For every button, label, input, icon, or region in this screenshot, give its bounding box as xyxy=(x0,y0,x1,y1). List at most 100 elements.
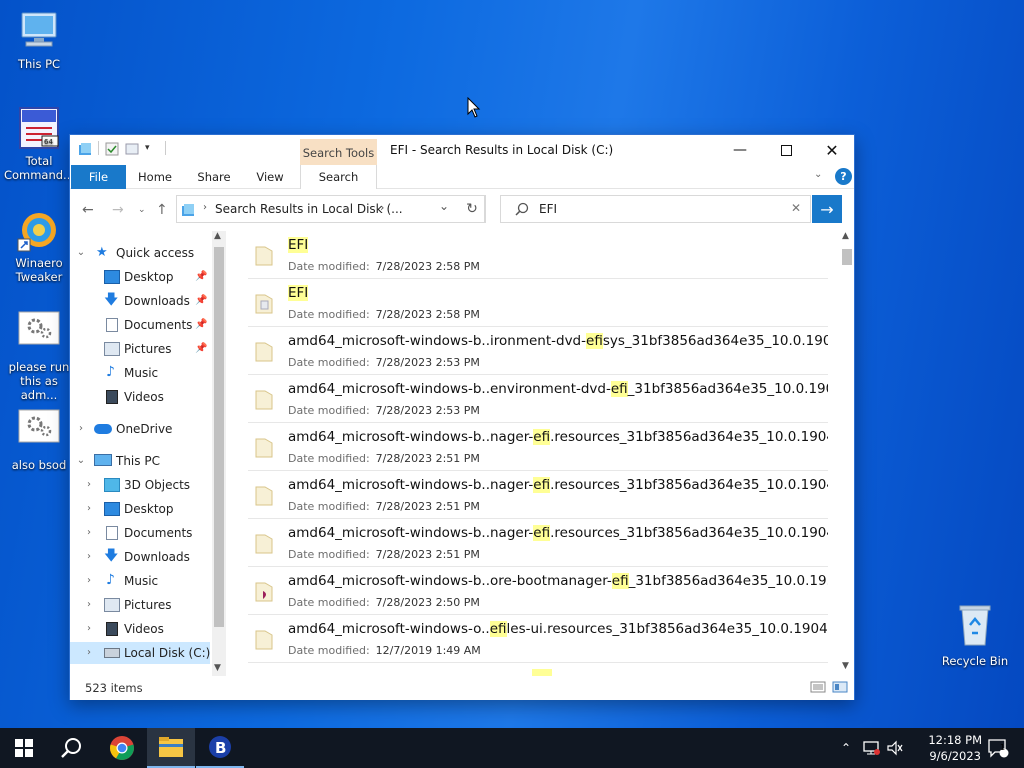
chevron-right-icon[interactable]: › xyxy=(84,618,94,640)
scrollbar-thumb[interactable] xyxy=(842,249,852,265)
search-input[interactable] xyxy=(539,200,769,218)
scroll-up-icon[interactable]: ▲ xyxy=(214,231,221,241)
nav-item-pc-documents[interactable]: › Documents xyxy=(70,522,210,544)
nav-item-pc-videos[interactable]: › Videos xyxy=(70,618,210,640)
pin-icon[interactable]: 📌 xyxy=(195,266,207,288)
file-name: amd64_microsoft-windows-b..ironment-dvd-… xyxy=(288,333,828,349)
breadcrumb[interactable]: Search Results in Local Disk (... xyxy=(215,196,403,222)
scroll-down-icon[interactable]: ▼ xyxy=(842,661,849,671)
search-box[interactable]: ✕ xyxy=(500,195,811,223)
nav-item-downloads[interactable]: 🡇 Downloads 📌 xyxy=(70,290,210,312)
title-bar[interactable]: ▾ Search Tools EFI - Search Results in L… xyxy=(70,135,854,165)
maximize-button[interactable] xyxy=(763,135,809,165)
action-center-button[interactable]: 1 xyxy=(978,728,1018,768)
chevron-right-icon[interactable]: › xyxy=(84,642,94,664)
tab-search[interactable]: Search xyxy=(300,165,377,189)
up-arrow-icon[interactable]: ↑ xyxy=(156,202,168,218)
chevron-right-icon[interactable]: › xyxy=(84,594,94,616)
address-dropdown-icon[interactable]: ⌄ xyxy=(439,199,449,213)
desktop-icon-this-pc[interactable]: This PC xyxy=(1,10,77,71)
nav-item-videos[interactable]: Videos xyxy=(70,386,210,408)
nav-item-local-disk[interactable]: › Local Disk (C:) xyxy=(70,642,210,664)
volume-muted-icon[interactable] xyxy=(884,728,906,768)
nav-item-pc-music[interactable]: › ♪ Music xyxy=(70,570,210,592)
tab-home[interactable]: Home xyxy=(134,165,176,189)
expand-ribbon-icon[interactable]: ⌄ xyxy=(814,169,822,180)
tab-view[interactable]: View xyxy=(250,165,290,189)
forward-arrow-icon[interactable]: → xyxy=(112,202,124,218)
nav-item-pictures[interactable]: Pictures 📌 xyxy=(70,338,210,360)
folder-icon xyxy=(253,243,275,267)
desktop-icon-please-run[interactable]: please run this as adm... xyxy=(1,310,77,402)
list-item[interactable]: EFI Date modified: 7/28/2023 2:58 PM xyxy=(248,231,828,279)
list-item[interactable]: amd64_microsoft-windows-o..efiles-ui.res… xyxy=(248,615,828,663)
network-icon[interactable] xyxy=(860,728,882,768)
nav-item-desktop[interactable]: Desktop 📌 xyxy=(70,266,210,288)
chevron-right-icon[interactable]: › xyxy=(84,522,94,544)
desktop-icon-also-bsod[interactable]: also bsod xyxy=(1,408,77,472)
scroll-up-icon[interactable]: ▲ xyxy=(842,231,849,241)
taskbar-file-explorer[interactable] xyxy=(147,728,195,768)
scrollbar-thumb[interactable] xyxy=(214,247,224,627)
list-item[interactable]: amd64_microsoft-windows-b..nager-efi.res… xyxy=(248,519,828,567)
address-bar[interactable]: › Search Results in Local Disk (... › ⌄ xyxy=(176,195,485,223)
taskbar-app[interactable]: B xyxy=(196,728,244,768)
scroll-down-icon[interactable]: ▼ xyxy=(214,663,221,673)
nav-item-pc-desktop[interactable]: › Desktop xyxy=(70,498,210,520)
refresh-button[interactable]: ↻ xyxy=(459,195,486,223)
results-scrollbar[interactable]: ▲ ▼ xyxy=(840,231,854,676)
list-item[interactable]: EFI Date modified: 7/28/2023 2:58 PM xyxy=(248,279,828,327)
start-button[interactable] xyxy=(0,728,48,768)
navigation-scrollbar[interactable]: ▲ ▼ xyxy=(212,231,226,676)
clear-search-icon[interactable]: ✕ xyxy=(791,201,801,215)
tiles-view-icon[interactable] xyxy=(832,681,848,696)
chevron-right-icon[interactable]: › xyxy=(76,418,86,440)
list-item[interactable]: amd64_microsoft-windows-b..nager-efi.res… xyxy=(248,471,828,519)
nav-item-this-pc[interactable]: ⌄ This PC xyxy=(70,450,210,472)
nav-item-documents[interactable]: Documents 📌 xyxy=(70,314,210,336)
taskbar-chrome[interactable] xyxy=(98,728,146,768)
minimize-button[interactable]: — xyxy=(717,135,763,165)
chevron-right-icon[interactable]: › xyxy=(84,474,94,496)
chevron-right-icon[interactable]: › xyxy=(84,498,94,520)
list-item[interactable]: amd64_microsoft-windows-b..ore-bootmanag… xyxy=(248,567,828,615)
pin-icon[interactable]: 📌 xyxy=(195,338,207,360)
system-clock[interactable]: 12:18 PM 9/6/2023 xyxy=(928,732,982,764)
details-view-icon[interactable] xyxy=(810,681,826,696)
search-go-button[interactable]: → xyxy=(812,195,842,223)
chevron-right-icon[interactable]: › xyxy=(84,570,94,592)
list-item[interactable]: amd64_microsoft-windows-b..environment-d… xyxy=(248,375,828,423)
properties-icon[interactable] xyxy=(105,141,119,156)
tab-file[interactable]: File xyxy=(71,165,126,189)
search-taskbar-button[interactable] xyxy=(48,728,96,768)
show-hidden-icons-chevron-icon[interactable]: ⌃ xyxy=(836,728,856,768)
pin-icon[interactable]: 📌 xyxy=(195,290,207,312)
pin-icon[interactable]: 📌 xyxy=(195,314,207,336)
desktop-icon-recycle-bin[interactable]: Recycle Bin xyxy=(937,603,1013,668)
close-button[interactable]: ✕ xyxy=(809,135,855,165)
nav-item-quick-access[interactable]: ⌄ ★ Quick access xyxy=(70,242,210,264)
chevron-down-icon[interactable]: ⌄ xyxy=(76,242,86,264)
nav-item-music[interactable]: ♪ Music xyxy=(70,362,210,384)
nav-item-pc-downloads[interactable]: › 🡇 Downloads xyxy=(70,546,210,568)
back-arrow-icon[interactable]: ← xyxy=(82,202,94,218)
desktop-icon-total-commander[interactable]: 64 Total Command... xyxy=(1,106,77,182)
nav-item-pc-pictures[interactable]: › Pictures xyxy=(70,594,210,616)
recent-locations-chevron-icon[interactable]: ⌄ xyxy=(138,205,146,215)
file-meta: Date modified: 7/28/2023 2:50 PM xyxy=(288,596,480,609)
list-item[interactable]: amd64_microsoft-windows-b..ironment-dvd-… xyxy=(248,327,828,375)
tab-share[interactable]: Share xyxy=(192,165,236,189)
nav-item-3d-objects[interactable]: › 3D Objects xyxy=(70,474,210,496)
customize-qat-icon[interactable]: ▾ xyxy=(145,141,159,155)
drive-icon xyxy=(104,648,120,658)
nav-item-onedrive[interactable]: › OneDrive xyxy=(70,418,210,440)
desktop-icon-winaero-tweaker[interactable]: Winaero Tweaker xyxy=(1,209,77,284)
chevron-down-icon[interactable]: ⌄ xyxy=(76,450,86,472)
chevron-right-icon[interactable]: › xyxy=(84,546,94,568)
folder-icon xyxy=(253,483,275,507)
desktop-icon-label: Total Command... xyxy=(3,154,75,182)
help-icon[interactable]: ? xyxy=(835,168,852,185)
new-folder-icon[interactable] xyxy=(125,141,139,155)
breadcrumb-chevron-icon[interactable]: › xyxy=(380,201,384,214)
list-item[interactable]: amd64_microsoft-windows-b..nager-efi.res… xyxy=(248,423,828,471)
